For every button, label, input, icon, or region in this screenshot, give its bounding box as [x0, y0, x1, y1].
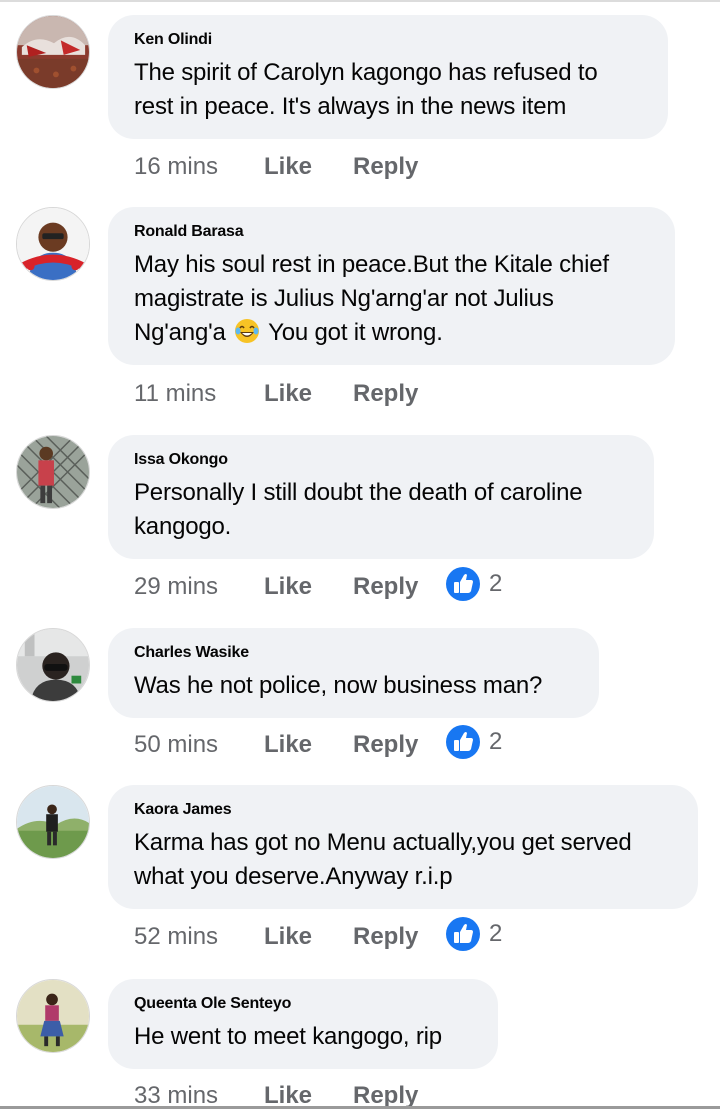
reaction-count: 2	[489, 570, 503, 597]
avatar[interactable]	[16, 207, 90, 281]
comment-bubble: Ken Olindi The spirit of Carolyn kagongo…	[108, 15, 668, 139]
laughing-crying-emoji-icon	[235, 319, 260, 343]
avatar[interactable]	[16, 15, 90, 89]
comment-author[interactable]: Kaora James	[134, 800, 670, 820]
comment-author[interactable]: Charles Wasike	[134, 643, 571, 663]
thumbs-up-icon	[446, 917, 480, 951]
comment-bubble: Kaora James Karma has got no Menu actual…	[108, 785, 698, 909]
reaction-count: 2	[489, 728, 503, 755]
comment-bubble: Issa Okongo Personally I still doubt the…	[108, 435, 654, 559]
top-divider	[0, 0, 720, 2]
comment-bubble: Charles Wasike Was he not police, now bu…	[108, 628, 599, 718]
comment-text: Personally I still doubt the death of ca…	[134, 479, 583, 540]
reaction-summary[interactable]: 2	[445, 724, 502, 760]
reply-button[interactable]: Reply	[353, 380, 445, 408]
comment-text: Was he not police, now business man?	[134, 672, 543, 699]
thumbs-up-icon	[446, 567, 480, 601]
like-button[interactable]: Like	[264, 573, 353, 601]
comment-text: He went to meet kangogo, rip	[134, 1023, 442, 1050]
comment-time[interactable]: 11 mins	[134, 380, 264, 408]
comment-author[interactable]: Queenta Ole Senteyo	[134, 994, 470, 1014]
reply-button[interactable]: Reply	[353, 573, 445, 601]
comment-actions: 50 mins Like Reply 2	[134, 725, 502, 762]
reply-button[interactable]: Reply	[353, 731, 445, 759]
comment-author[interactable]: Ken Olindi	[134, 30, 640, 50]
reaction-count: 2	[489, 920, 503, 947]
comment-bubble: Queenta Ole Senteyo He went to meet kang…	[108, 979, 498, 1069]
comment-time[interactable]: 52 mins	[134, 923, 264, 951]
comment-author[interactable]: Issa Okongo	[134, 450, 626, 470]
reaction-summary[interactable]: 2	[445, 916, 502, 952]
avatar[interactable]	[16, 979, 90, 1053]
comment-time[interactable]: 50 mins	[134, 731, 264, 759]
comment-time[interactable]: 16 mins	[134, 153, 264, 181]
avatar[interactable]	[16, 628, 90, 702]
comment-actions: 11 mins Like Reply	[134, 377, 445, 411]
like-button[interactable]: Like	[264, 923, 353, 951]
like-button[interactable]: Like	[264, 153, 353, 181]
comment-text: Karma has got no Menu actually,you get s…	[134, 829, 632, 890]
comment-actions: 52 mins Like Reply 2	[134, 917, 502, 954]
comment-text: May his soul rest in peace.But the Kital…	[134, 251, 609, 346]
avatar[interactable]	[16, 435, 90, 509]
comment-time[interactable]: 29 mins	[134, 573, 264, 601]
comment-actions: 29 mins Like Reply 2	[134, 567, 502, 604]
reply-button[interactable]: Reply	[353, 153, 445, 181]
comment-bubble: Ronald Barasa May his soul rest in peace…	[108, 207, 675, 365]
reply-button[interactable]: Reply	[353, 923, 445, 951]
thumbs-up-icon	[446, 725, 480, 759]
reaction-summary[interactable]: 2	[445, 566, 502, 602]
comment-actions: 16 mins Like Reply	[134, 150, 445, 184]
like-button[interactable]: Like	[264, 731, 353, 759]
comment-text: The spirit of Carolyn kagongo has refuse…	[134, 59, 598, 120]
avatar[interactable]	[16, 785, 90, 859]
comment-author[interactable]: Ronald Barasa	[134, 222, 647, 242]
like-button[interactable]: Like	[264, 380, 353, 408]
